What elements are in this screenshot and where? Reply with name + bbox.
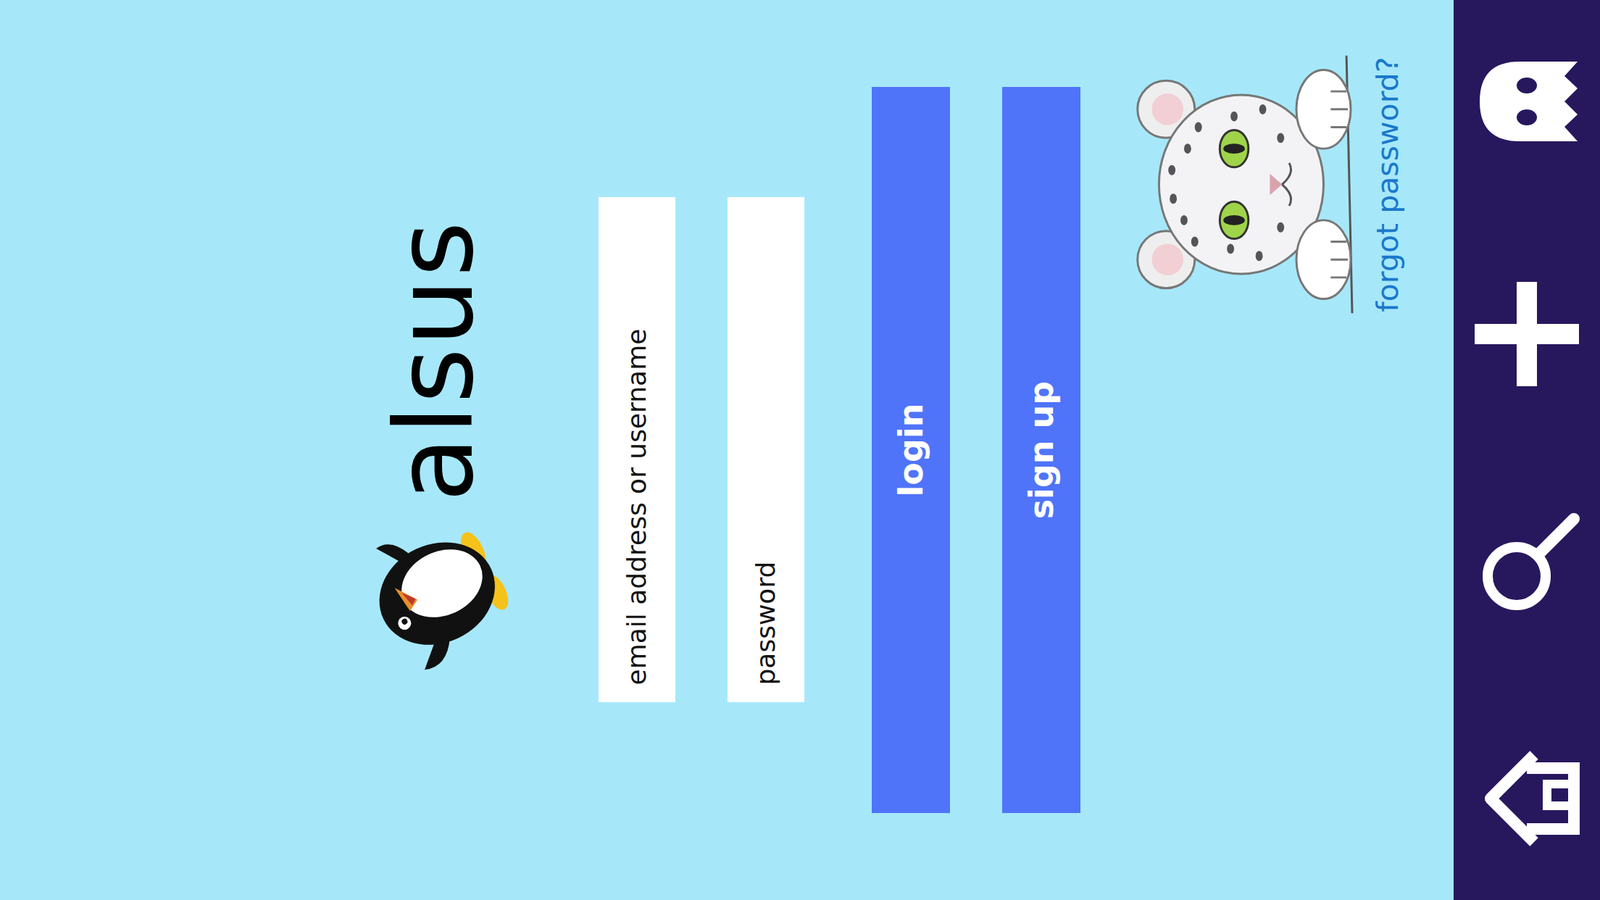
plus-tab[interactable] <box>1468 276 1585 393</box>
ghost-tab[interactable] <box>1468 43 1585 160</box>
username-field[interactable] <box>598 197 676 703</box>
login-button[interactable]: login <box>871 86 950 814</box>
penguin-logo-icon <box>351 513 519 681</box>
forgot-password-link[interactable]: forgot password? <box>1371 56 1405 312</box>
logo-text: alsus <box>381 219 489 503</box>
password-field[interactable] <box>727 197 805 703</box>
bottom-nav <box>1453 0 1600 900</box>
ghost-icon <box>1468 43 1585 160</box>
search-icon <box>1468 507 1585 624</box>
logo: alsus <box>0 0 522 900</box>
home-icon <box>1468 740 1585 857</box>
search-tab[interactable] <box>1468 507 1585 624</box>
login-form: login sign up <box>521 0 1081 900</box>
mascot-group: forgot password? <box>1115 41 1405 328</box>
plus-icon <box>1468 276 1585 393</box>
signup-button[interactable]: sign up <box>1002 86 1081 814</box>
forgot-area: forgot password? <box>1115 0 1405 900</box>
home-tab[interactable] <box>1468 740 1585 857</box>
snow-leopard-icon <box>1115 41 1361 328</box>
